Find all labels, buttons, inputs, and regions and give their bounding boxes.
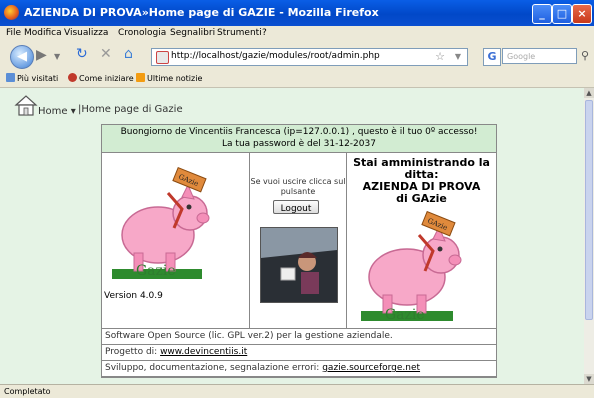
version-text: Version 4.0.9: [104, 291, 163, 301]
house-icon: [14, 95, 38, 116]
window-title: AZIENDA DI PROVA»Home page di GAZIE - Mo…: [24, 6, 379, 19]
reload-icon[interactable]: ↻: [76, 46, 88, 62]
url-dropdown-icon[interactable]: ▼: [455, 52, 461, 61]
logout-prompt: Se vuoi uscire clicca sul pulsante: [250, 177, 346, 196]
back-arrow-icon: ◀: [17, 49, 27, 64]
bookmarks-toolbar: Più visitati Come iniziare Ultime notizi…: [0, 70, 594, 88]
minimize-button[interactable]: _: [532, 4, 552, 24]
search-icon[interactable]: ⚲: [581, 49, 589, 62]
menu-file[interactable]: File: [6, 28, 21, 38]
search-engine-google-icon[interactable]: G: [483, 48, 501, 66]
firefox-bookmark-icon: [68, 73, 77, 82]
bookmark-ultime-notizie[interactable]: Ultime notizie: [136, 73, 202, 83]
sourceforge-link[interactable]: gazie.sourceforge.net: [322, 363, 420, 373]
bookmark-star-icon[interactable]: ☆: [435, 50, 445, 63]
bookmark-come-iniziare[interactable]: Come iniziare: [68, 73, 134, 83]
breadcrumb: |Home page di Gazie: [78, 104, 183, 115]
stop-icon[interactable]: ✕: [100, 46, 112, 62]
address-bar[interactable]: http://localhost/gazie/modules/root/admi…: [151, 48, 468, 66]
greeting-text: Buongiorno de Vincentiis Francesca (ip=1…: [120, 127, 478, 137]
company-cell: Stai amministrando la ditta: AZIENDA DI …: [347, 153, 496, 328]
scroll-up-icon[interactable]: ▲: [584, 88, 594, 98]
site-favicon-icon: [156, 51, 169, 64]
license-line: Software Open Source (lic. GPL ver.2) pe…: [102, 329, 496, 345]
page-content: Home ▾ |Home page di Gazie Buongiorno de…: [0, 88, 584, 384]
info-row: GAzie Gazie Version 4.0.9 Se vuoi uscire…: [102, 153, 496, 329]
folder-icon: [6, 73, 15, 82]
project-line: Progetto di: www.devincentiis.it: [102, 345, 496, 361]
company-pig-logo: GAzie Gazie: [361, 211, 462, 323]
window-titlebar: AZIENDA DI PROVA»Home page di GAZIE - Mo…: [0, 0, 594, 26]
scroll-thumb[interactable]: [585, 100, 593, 320]
logout-button[interactable]: Logout: [273, 200, 319, 214]
gazie-pig-logo: GAzie Gazie: [112, 166, 210, 279]
password-notice: La tua password è del 31-12-2037: [222, 139, 376, 149]
firefox-icon: [4, 5, 19, 20]
home-browser-icon[interactable]: ⌂: [124, 46, 133, 62]
forward-button[interactable]: ▶: [36, 47, 47, 63]
history-dropdown-icon[interactable]: ▼: [54, 52, 60, 61]
maximize-button[interactable]: □: [552, 4, 572, 24]
welcome-header: Buongiorno de Vincentiis Francesca (ip=1…: [102, 125, 496, 153]
bookmark-piu-visitati[interactable]: Più visitati: [6, 73, 58, 83]
user-photo-image: [261, 228, 337, 302]
menu-cronologia[interactable]: Cronologia: [118, 28, 166, 38]
address-url: http://localhost/gazie/modules/root/admi…: [171, 51, 380, 61]
navigation-toolbar: ◀ ▶ ▼ ↻ ✕ ⌂ http://localhost/gazie/modul…: [0, 43, 594, 70]
menu-modifica[interactable]: Modifica: [24, 28, 62, 38]
back-button[interactable]: ◀: [10, 45, 34, 69]
vertical-scrollbar[interactable]: ▲ ▼: [584, 88, 594, 384]
home-label[interactable]: Home ▾: [38, 106, 76, 117]
search-input[interactable]: Google: [502, 48, 577, 64]
status-bar: Completato: [0, 384, 594, 397]
welcome-panel: Buongiorno de Vincentiis Francesca (ip=1…: [101, 124, 497, 378]
scroll-down-icon[interactable]: ▼: [584, 374, 594, 384]
close-window-button[interactable]: ×: [572, 4, 592, 24]
logo-word: Gazie: [136, 263, 176, 279]
menu-segnalibri[interactable]: Segnalibri: [170, 28, 215, 38]
development-line: Sviluppo, documentazione, segnalazione e…: [102, 361, 496, 377]
project-link[interactable]: www.devincentiis.it: [160, 347, 247, 357]
rss-icon: [136, 73, 145, 82]
company-logo-word: Gazie: [385, 307, 425, 323]
menu-strumenti[interactable]: Strumenti: [217, 28, 262, 38]
menu-help[interactable]: ?: [262, 28, 267, 38]
menu-bar: File Modifica Visualizza Cronologia Segn…: [0, 26, 594, 43]
logout-cell: Se vuoi uscire clicca sul pulsante Logou…: [250, 153, 347, 328]
menu-visualizza[interactable]: Visualizza: [64, 28, 108, 38]
user-photo: [260, 227, 338, 303]
admin-company-title: Stai amministrando la ditta: AZIENDA DI …: [353, 156, 490, 205]
logo-cell: GAzie Gazie Version 4.0.9: [102, 153, 250, 328]
